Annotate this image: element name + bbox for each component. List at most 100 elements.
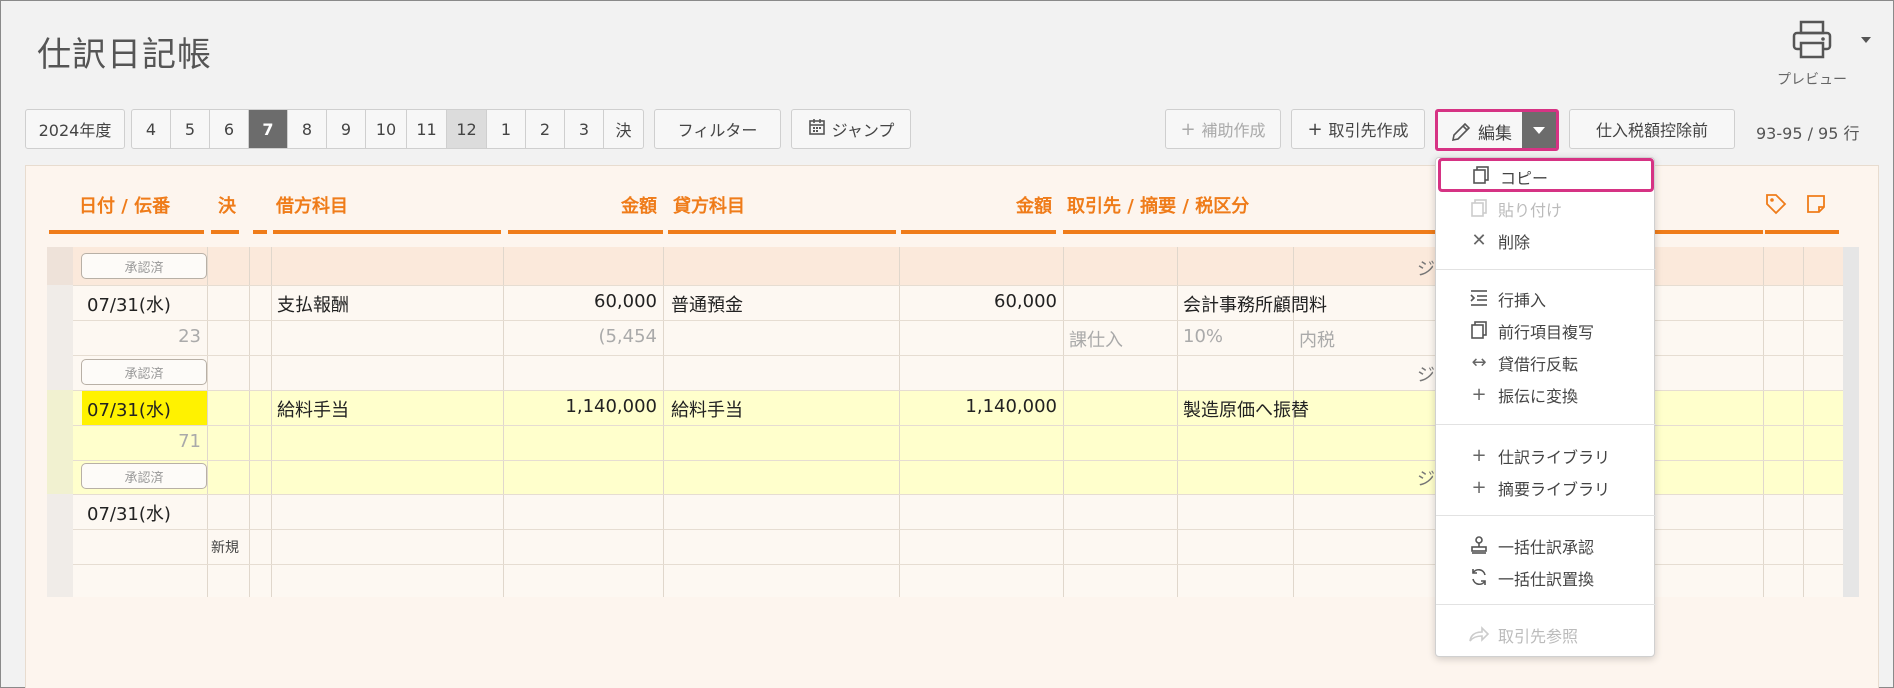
filter-button[interactable]: フィルター	[654, 109, 781, 149]
menu-divider	[1436, 515, 1656, 516]
debit-account[interactable]: 支払報酬	[277, 291, 349, 317]
month-tab-6[interactable]: 6	[210, 109, 249, 149]
close-icon: ✕	[1471, 229, 1487, 251]
menu-item-to-transfer[interactable]: + 振伝に変換	[1436, 378, 1656, 408]
month-tab-4[interactable]: 4	[131, 109, 171, 149]
note-icon[interactable]	[1805, 193, 1827, 215]
stamp-icon	[1468, 534, 1490, 556]
edit-dropdown-toggle[interactable]	[1522, 112, 1556, 148]
plus-icon: +	[1471, 476, 1487, 498]
month-tab-10[interactable]: 10	[366, 109, 407, 149]
voucher-number: 71	[178, 431, 201, 452]
fiscal-year-button[interactable]: 2024年度	[25, 109, 125, 149]
header-underline	[273, 230, 501, 234]
voucher-number: 23	[178, 326, 201, 347]
menu-item-bulk-approve[interactable]: 一括仕訳承認	[1436, 529, 1656, 559]
month-tab-5[interactable]: 5	[171, 109, 210, 149]
jump-button[interactable]: ジャンプ	[791, 109, 911, 149]
header-underline	[508, 230, 663, 234]
menu-item-copy[interactable]: コピー	[1438, 158, 1654, 192]
header-debit-account: 借方科目	[276, 196, 348, 217]
refresh-icon	[1468, 566, 1490, 588]
entry-date[interactable]: 07/31(水)	[87, 291, 171, 317]
header-underline	[668, 230, 896, 234]
paste-icon	[1468, 197, 1490, 219]
filter-label: フィルター	[677, 121, 758, 140]
menu-item-copy-prev[interactable]: 前行項目複写	[1436, 314, 1656, 344]
preview-button[interactable]: プレビュー	[1769, 17, 1871, 89]
aux-create-label: 補助作成	[1201, 121, 1266, 140]
row-trail: ジ	[1417, 259, 1435, 280]
page-title: 仕訳日記帳	[37, 35, 212, 75]
header-debit-amount: 金額	[621, 196, 657, 217]
header-date: 日付 / 伝番	[79, 196, 171, 217]
menu-divider	[1436, 269, 1656, 270]
credit-amount[interactable]: 1,140,000	[903, 396, 1057, 417]
debit-amount[interactable]: 60,000	[507, 291, 657, 312]
jump-label: ジャンプ	[831, 121, 895, 140]
month-tab-2[interactable]: 2	[526, 109, 565, 149]
header-settle: 決	[218, 196, 236, 217]
entry-memo[interactable]: 会計事務所顧問料	[1183, 291, 1327, 317]
plus-icon: +	[1471, 444, 1487, 466]
header-partner: 取引先 / 摘要 / 税区分	[1067, 196, 1250, 217]
edit-label: 編集	[1478, 124, 1512, 144]
tax-mode-button[interactable]: 仕入税額控除前	[1569, 109, 1735, 149]
tag-icon[interactable]	[1765, 193, 1787, 215]
month-tab-9[interactable]: 9	[327, 109, 366, 149]
copy-icon	[1470, 164, 1492, 186]
duplicate-icon	[1468, 319, 1490, 341]
debit-amount[interactable]: 1,140,000	[507, 396, 657, 417]
menu-divider	[1436, 424, 1656, 425]
insert-row-icon	[1468, 287, 1490, 309]
partner-create-button[interactable]: + 取引先作成	[1291, 109, 1425, 149]
tax-rate[interactable]: 10%	[1183, 326, 1223, 347]
menu-item-swap[interactable]: ↔ 貸借行反転	[1436, 346, 1656, 376]
month-tab-7[interactable]: 7	[249, 109, 288, 149]
chevron-down-icon[interactable]	[1861, 37, 1871, 43]
month-tab-8[interactable]: 8	[288, 109, 327, 149]
menu-item-paste[interactable]: 貼り付け	[1436, 192, 1656, 222]
calendar-icon	[808, 118, 826, 141]
pencil-icon	[1451, 122, 1471, 141]
approved-badge: 承認済	[81, 253, 207, 279]
partner-create-label: 取引先作成	[1328, 121, 1409, 140]
tax-inclusion[interactable]: 内税	[1299, 326, 1335, 352]
new-entry-label: 新規	[211, 540, 239, 556]
edit-button[interactable]: 編集	[1435, 109, 1559, 151]
header-underline	[211, 230, 239, 234]
menu-divider	[1436, 604, 1656, 605]
entry-date[interactable]: 07/31(水)	[87, 396, 171, 422]
menu-item-journal-library[interactable]: + 仕訳ライブラリ	[1436, 439, 1656, 469]
chevron-down-icon	[1533, 126, 1545, 134]
printer-icon	[1792, 20, 1832, 59]
menu-item-partner-ref[interactable]: 取引先参照	[1436, 618, 1656, 648]
header-underline	[1063, 230, 1763, 234]
plus-icon: +	[1471, 383, 1487, 405]
credit-account[interactable]: 給料手当	[671, 396, 743, 422]
header-credit-amount: 金額	[1016, 196, 1052, 217]
tax-category[interactable]: 課仕入	[1069, 326, 1123, 352]
month-tab-12[interactable]: 12	[447, 109, 487, 149]
preview-label: プレビュー	[1777, 72, 1847, 88]
header-underline	[1765, 230, 1839, 234]
credit-amount[interactable]: 60,000	[903, 291, 1057, 312]
month-tab-settlement[interactable]: 決	[604, 109, 644, 149]
month-tab-3[interactable]: 3	[565, 109, 604, 149]
header-underline	[901, 230, 1056, 234]
month-tab-1[interactable]: 1	[487, 109, 526, 149]
entry-memo[interactable]: 製造原価へ振替	[1183, 396, 1309, 422]
aux-create-button[interactable]: + 補助作成	[1165, 109, 1281, 149]
month-tab-11[interactable]: 11	[407, 109, 447, 149]
plus-icon: +	[1307, 118, 1323, 140]
credit-account[interactable]: 普通預金	[671, 291, 743, 317]
header-credit-account: 貸方科目	[673, 196, 745, 217]
menu-item-delete[interactable]: ✕ 削除	[1436, 224, 1656, 254]
menu-item-insert-row[interactable]: 行挿入	[1436, 282, 1656, 312]
menu-item-bulk-replace[interactable]: 一括仕訳置換	[1436, 561, 1656, 591]
plus-icon: +	[1180, 118, 1196, 140]
row-count: 93-95 / 95 行	[1756, 124, 1860, 143]
debit-account[interactable]: 給料手当	[277, 396, 349, 422]
menu-item-summary-library[interactable]: + 摘要ライブラリ	[1436, 471, 1656, 501]
entry-date[interactable]: 07/31(水)	[87, 500, 171, 526]
